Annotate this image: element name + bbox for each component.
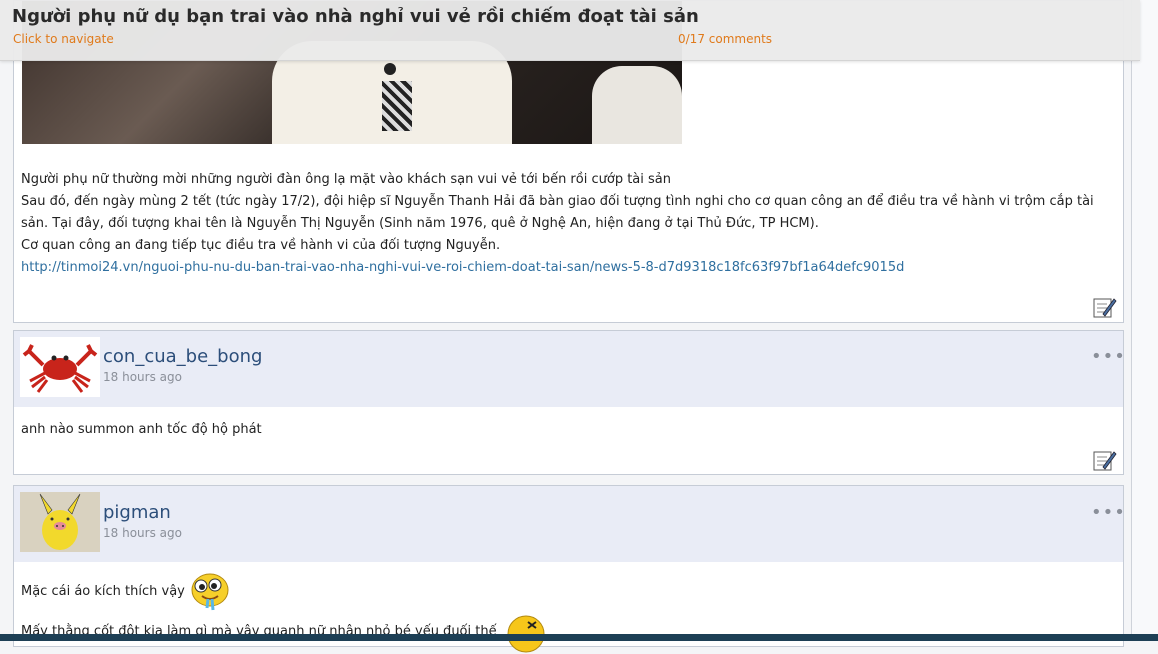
page-title: Người phụ nữ dụ bạn trai vào nhà nghỉ vu… xyxy=(12,6,699,27)
comment-item: pigman 18 hours ago ••• Mặc cái áo kích … xyxy=(13,485,1126,653)
source-link[interactable]: http://tinmoi24.vn/nguoi-phu-nu-du-ban-t… xyxy=(21,260,904,275)
crab-avatar[interactable] xyxy=(20,337,100,397)
comment-text: Mặc cái áo kích thích vậy xyxy=(21,584,185,599)
more-options-icon[interactable]: ••• xyxy=(1091,504,1126,522)
more-options-icon[interactable]: ••• xyxy=(1091,348,1126,366)
scrollbar-gutter[interactable] xyxy=(1131,0,1158,641)
comment-item: con_cua_be_bong 18 hours ago ••• anh nào… xyxy=(13,330,1126,475)
post-title-bar: Người phụ nữ dụ bạn trai vào nhà nghỉ vu… xyxy=(0,0,1140,61)
post-paragraph: Sau đó, đến ngày mùng 2 tết (tức ngày 17… xyxy=(21,194,1094,231)
post-body: Người phụ nữ thường mời những người đàn … xyxy=(21,169,1116,279)
comment-header: con_cua_be_bong 18 hours ago ••• xyxy=(14,331,1126,407)
comment-text: anh nào summon anh tốc độ hộ phát xyxy=(21,422,262,437)
drooling-emoji xyxy=(191,573,229,611)
pikachu-avatar[interactable] xyxy=(20,492,100,552)
navigate-link[interactable]: Click to navigate xyxy=(13,32,114,46)
comment-time: 18 hours ago xyxy=(103,370,182,384)
comment-time: 18 hours ago xyxy=(103,526,182,540)
edit-icon[interactable] xyxy=(1093,296,1117,318)
comment-username[interactable]: pigman xyxy=(103,502,171,523)
bottom-bar xyxy=(0,634,1158,641)
edit-icon[interactable] xyxy=(1093,449,1117,471)
page: Người phụ nữ thường mời những người đàn … xyxy=(0,0,1158,653)
comment-header: pigman 18 hours ago ••• xyxy=(14,486,1126,562)
post-paragraph: Người phụ nữ thường mời những người đàn … xyxy=(21,172,671,187)
comments-count-link[interactable]: 0/17 comments xyxy=(678,32,772,46)
post-paragraph: Cơ quan công an đang tiếp tục điều tra v… xyxy=(21,238,501,253)
comment-username[interactable]: con_cua_be_bong xyxy=(103,346,262,367)
